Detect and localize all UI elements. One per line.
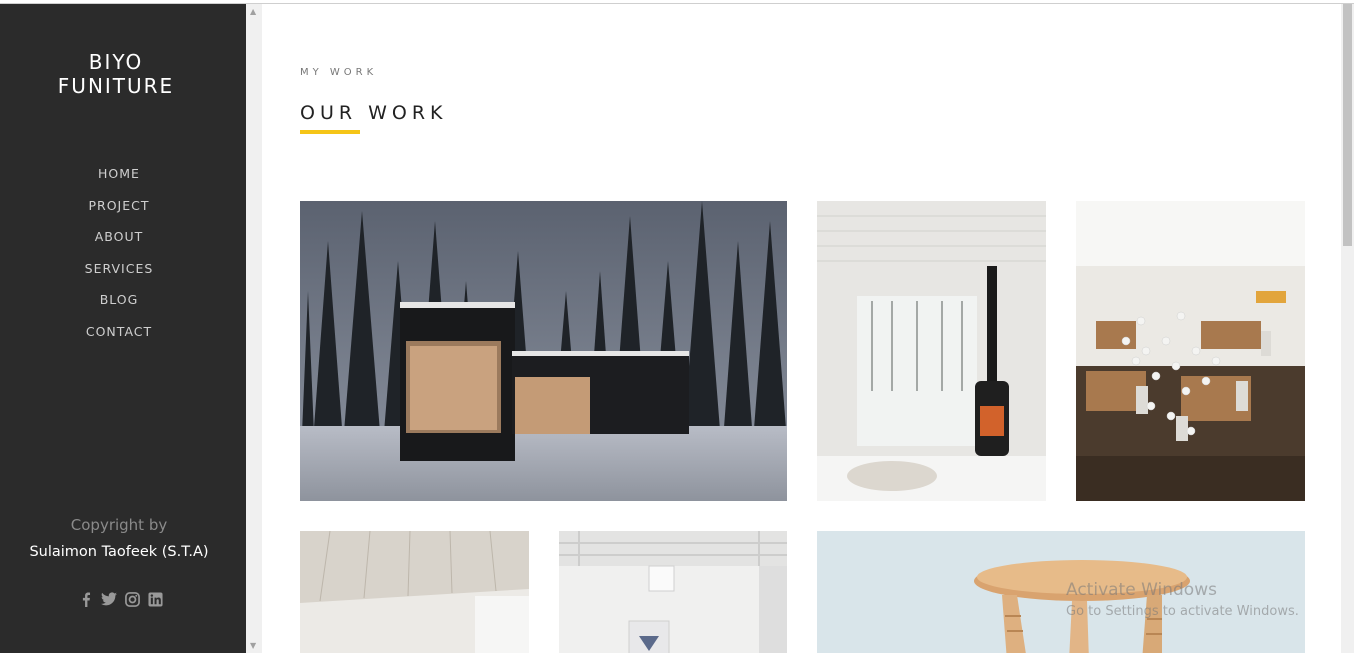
twitter-icon[interactable] xyxy=(101,591,117,607)
scroll-up-arrow-icon[interactable]: ▲ xyxy=(250,7,256,16)
scroll-down-arrow-icon[interactable]: ▼ xyxy=(250,641,256,650)
work-photo-white-room[interactable] xyxy=(300,531,529,653)
sidebar-scrollbar[interactable]: ▲ ▼ xyxy=(246,4,262,653)
work-photo-dining-room[interactable] xyxy=(1076,201,1305,501)
nav-home[interactable]: HOME xyxy=(0,164,238,196)
nav-project[interactable]: PROJECT xyxy=(0,196,238,228)
nav-contact[interactable]: CONTACT xyxy=(0,322,238,354)
work-photo-studio[interactable] xyxy=(559,531,787,653)
facebook-icon[interactable] xyxy=(78,591,94,607)
brand-line-2: FUNITURE xyxy=(57,74,175,98)
page-scrollbar[interactable] xyxy=(1341,4,1354,653)
social-links xyxy=(78,591,163,607)
work-photo-stove-room[interactable] xyxy=(817,201,1046,501)
linkedin-icon[interactable] xyxy=(147,591,163,607)
activation-watermark-title: Activate Windows xyxy=(1066,580,1217,600)
nav-services[interactable]: SERVICES xyxy=(0,259,238,291)
copyright-label: Copyright by xyxy=(70,516,168,534)
title-underline xyxy=(300,130,360,134)
main-content: MY WORK OUR WORK Activate Windows Go to … xyxy=(262,4,1341,653)
nav-blog[interactable]: BLOG xyxy=(0,290,238,322)
copyright-author: Sulaimon Taofeek (S.T.A) xyxy=(29,544,209,560)
brand-logo[interactable]: BIYO FUNITURE xyxy=(0,50,232,98)
nav-about[interactable]: ABOUT xyxy=(0,227,238,259)
page-scrollbar-thumb[interactable] xyxy=(1343,4,1352,246)
main-nav: HOME PROJECT ABOUT SERVICES BLOG CONTACT xyxy=(0,164,238,354)
section-title: OUR WORK xyxy=(300,102,448,124)
instagram-icon[interactable] xyxy=(124,591,140,607)
activation-watermark-text: Go to Settings to activate Windows. xyxy=(1066,604,1299,619)
work-photo-cabin[interactable] xyxy=(300,201,787,501)
brand-line-1: BIYO xyxy=(88,50,144,74)
work-photo-wooden-stool[interactable] xyxy=(817,531,1305,653)
section-subtitle: MY WORK xyxy=(300,67,378,78)
top-border xyxy=(0,0,1354,4)
sidebar: BIYO FUNITURE HOME PROJECT ABOUT SERVICE… xyxy=(0,4,246,653)
